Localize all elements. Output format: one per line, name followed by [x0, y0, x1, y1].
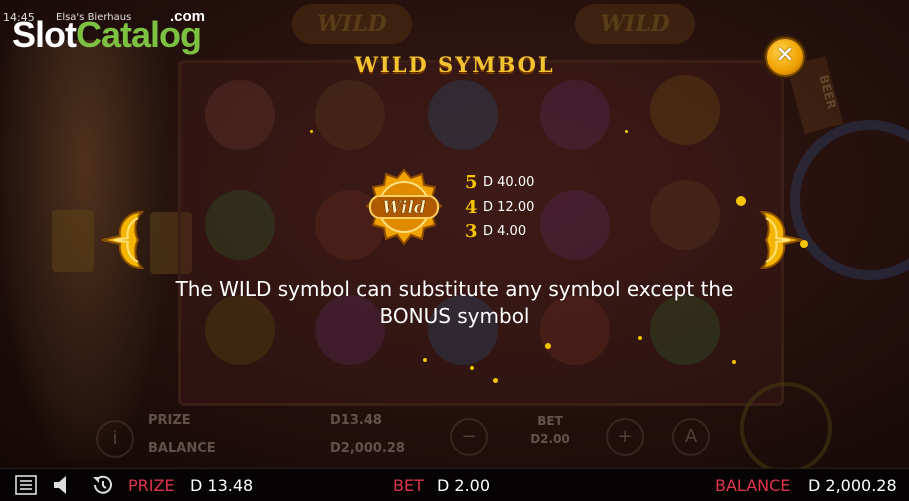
payout-amount: D 40.00 [483, 175, 535, 190]
sparkle [545, 343, 551, 349]
close-icon: ✕ [775, 43, 795, 68]
payout-amount: D 4.00 [483, 224, 527, 239]
bet-label: BET [393, 476, 424, 495]
club-symbol [205, 190, 275, 260]
payout-row: 3 D 4.00 [465, 221, 526, 245]
spin-button-bg [740, 382, 832, 474]
prize-label: PRIZE [128, 476, 175, 495]
sparkle [732, 360, 736, 364]
spade-symbol-2 [540, 190, 610, 260]
bet-panel: BET D2.00 [530, 414, 570, 446]
balance-label: BALANCE [715, 476, 791, 495]
minus-icon: − [450, 418, 488, 456]
sound-button[interactable] [50, 473, 74, 497]
payout-row: 4 D 12.00 [465, 197, 534, 221]
sparkle [423, 358, 427, 362]
sound-icon [54, 476, 66, 494]
payout-row: 5 D 40.00 [465, 172, 534, 196]
close-button[interactable]: ✕ [765, 37, 805, 77]
top-wild-right: WILD [575, 4, 695, 44]
menu-button[interactable] [14, 473, 38, 497]
balance-value: D 2,000.28 [808, 476, 897, 495]
payout-count: 4 [465, 197, 478, 218]
arrow-right-icon [759, 210, 803, 270]
wild-badge-label: Wild [382, 198, 426, 218]
wild-symbol-bg [650, 75, 720, 145]
heart-symbol [205, 80, 275, 150]
sparkle [638, 336, 642, 340]
payout-count: 3 [465, 221, 478, 242]
menu-icon [15, 475, 37, 495]
bottom-bar: PRIZE D 13.48 BET D 2.00 BALANCE D 2,000… [0, 468, 909, 501]
top-wild-left: WILD [292, 4, 412, 44]
bet-value: D 2.00 [437, 476, 491, 495]
spade-symbol [540, 80, 610, 150]
beer-mug-left [52, 210, 94, 272]
arrow-left-icon [101, 210, 145, 270]
history-icon [93, 475, 112, 494]
barrel-symbol [315, 80, 385, 150]
autoplay-icon: A [672, 418, 710, 456]
payout-count: 5 [465, 172, 478, 193]
wild-description: The WILD symbol can substitute any symbo… [175, 277, 734, 328]
logo-domain: .com [170, 8, 206, 25]
sparkle [625, 130, 628, 133]
sparkle [493, 378, 498, 383]
plus-icon: + [606, 418, 644, 456]
next-page-button[interactable] [758, 208, 806, 272]
sparkle [470, 366, 474, 370]
info-icon: i [96, 420, 134, 458]
sparkle [310, 130, 313, 133]
dart-target [790, 120, 909, 280]
prize-value: D 13.48 [190, 476, 254, 495]
diamond-symbol [428, 80, 498, 150]
history-button[interactable] [90, 473, 114, 497]
barrel-symbol-2 [650, 180, 720, 250]
sparkle [736, 196, 746, 206]
wild-badge-icon: Wild [364, 168, 444, 248]
payout-amount: D 12.00 [483, 200, 535, 215]
previous-page-button[interactable] [98, 208, 146, 272]
